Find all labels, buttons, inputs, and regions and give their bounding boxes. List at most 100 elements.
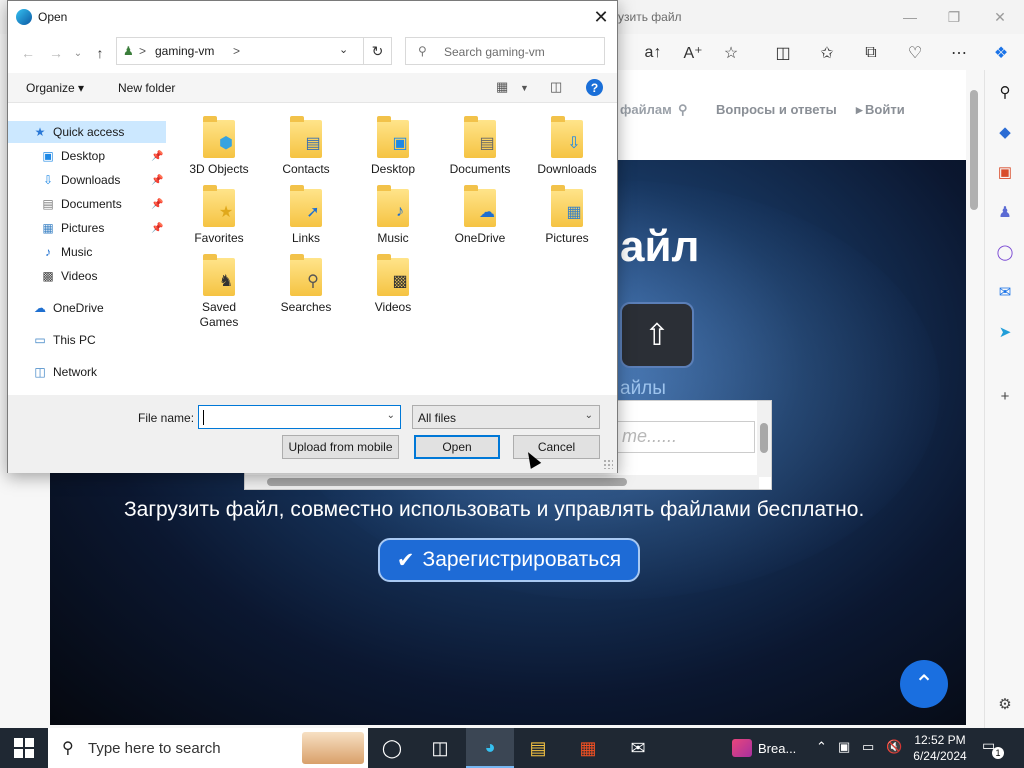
chevron-down-icon[interactable]: ⌄ <box>339 43 348 56</box>
frame-horizontal-scrollbar[interactable] <box>245 475 759 489</box>
favorites-icon[interactable]: ✩ <box>814 40 840 66</box>
taskbar-search-input[interactable]: ⚲ Type here to search <box>48 728 368 768</box>
view-options-icon[interactable]: ▦ <box>496 79 508 95</box>
scroll-to-top-button[interactable]: ⌃ <box>900 660 948 708</box>
restore-icon[interactable]: ❐ <box>932 6 976 28</box>
favorite-star-icon[interactable]: ☆ <box>718 40 744 66</box>
file-item-videos[interactable]: ▩ Videos <box>350 250 436 320</box>
nav-item-downloads[interactable]: ⇩ Downloads 📌 <box>8 169 166 191</box>
register-button[interactable]: ✔ Зарегистрироваться <box>378 538 640 582</box>
search-input[interactable]: ⚲ Search gaming-vm <box>405 37 605 65</box>
picture-icon: ▦ <box>566 204 582 221</box>
search-icon[interactable]: ⚲ <box>993 80 1017 104</box>
notification-icon[interactable]: ▭ 1 <box>982 737 1004 759</box>
clock[interactable]: 12:52 PM 6/24/2024 <box>910 732 970 764</box>
forward-arrow-icon[interactable]: → <box>46 43 66 63</box>
login-nav-link[interactable]: Войти <box>865 102 905 117</box>
nav-item-videos[interactable]: ▩ Videos <box>8 265 166 287</box>
volume-muted-icon[interactable]: 🔇 <box>886 739 902 755</box>
close-icon[interactable]: ✕ <box>978 6 1022 28</box>
file-item-downloads[interactable]: ⇩ Downloads <box>524 112 610 182</box>
file-item-pictures[interactable]: ▦ Pictures <box>524 181 610 251</box>
split-screen-icon[interactable]: ◫ <box>770 40 796 66</box>
tab-title[interactable]: узить файл <box>618 10 682 24</box>
file-item-onedrive[interactable]: ☁ OneDrive <box>437 181 523 251</box>
task-view-icon[interactable]: ◫ <box>416 728 464 768</box>
address-bar[interactable]: ♟ > gaming-vm > ⌄ <box>116 37 364 65</box>
read-aloud-icon[interactable]: а↑ <box>640 40 666 66</box>
file-item-searches[interactable]: ⚲ Searches <box>263 250 349 320</box>
up-arrow-icon[interactable]: ↑ <box>90 43 110 63</box>
nav-item-pictures[interactable]: ▦ Pictures 📌 <box>8 217 166 239</box>
file-item-documents[interactable]: ▤ Documents <box>437 112 523 182</box>
more-icon[interactable]: ⋯ <box>946 40 972 66</box>
upload-button[interactable]: ⇧ <box>620 302 694 368</box>
nav-item-onedrive[interactable]: ☁ OneDrive <box>8 297 166 319</box>
network-icon[interactable]: ▭ <box>862 739 874 755</box>
close-icon[interactable]: ✕ <box>589 5 613 29</box>
tools-icon[interactable]: ▣ <box>993 160 1017 184</box>
file-item-3d-objects[interactable]: ⬢ 3D Objects <box>176 112 262 182</box>
search-icon[interactable]: ⚲ <box>678 102 688 118</box>
new-folder-button[interactable]: New folder <box>118 81 175 95</box>
outlook-icon[interactable]: ✉ <box>993 280 1017 304</box>
collections-icon[interactable]: ⧉ <box>858 40 884 66</box>
password-input[interactable]: те...... <box>615 421 755 453</box>
pin-icon[interactable]: 📌 <box>151 175 163 186</box>
resize-grip[interactable] <box>603 459 613 469</box>
file-item-saved-games[interactable]: ♞ Saved Games <box>176 250 262 334</box>
files-nav-link[interactable]: файлам <box>620 102 672 117</box>
pin-icon[interactable]: 📌 <box>151 199 163 210</box>
chevron-down-icon[interactable]: ⌄ <box>387 410 395 421</box>
windows-start-icon[interactable] <box>14 738 34 758</box>
back-arrow-icon[interactable]: ← <box>18 43 38 63</box>
breadcrumb-location[interactable]: gaming-vm <box>155 44 214 58</box>
copilot-icon[interactable]: ❖ <box>988 40 1014 66</box>
minimize-icon[interactable]: — <box>888 6 932 28</box>
nav-item-desktop[interactable]: ▣ Desktop 📌 <box>8 145 166 167</box>
file-item-music[interactable]: ♪ Music <box>350 181 436 251</box>
nav-item-quick-access[interactable]: ★ Quick access <box>8 121 166 143</box>
add-icon[interactable]: + <box>993 384 1017 408</box>
nav-item-documents[interactable]: ▤ Documents 📌 <box>8 193 166 215</box>
edge-icon[interactable]: ◕ <box>466 728 514 768</box>
nav-item-this-pc[interactable]: ▭ This PC <box>8 329 166 351</box>
games-icon[interactable]: ♟ <box>993 200 1017 224</box>
file-item-favorites[interactable]: ★ Favorites <box>176 181 262 251</box>
shopping-icon[interactable]: ◆ <box>993 120 1017 144</box>
refresh-icon[interactable]: ↻ <box>364 37 392 65</box>
file-item-contacts[interactable]: ▤ Contacts <box>263 112 349 182</box>
file-name-input[interactable]: ⌄ <box>198 405 401 429</box>
open-button[interactable]: Open <box>414 435 500 459</box>
file-item-desktop[interactable]: ▣ Desktop <box>350 112 436 182</box>
frame-vertical-scrollbar[interactable] <box>757 401 771 477</box>
file-item-links[interactable]: ➚ Links <box>263 181 349 251</box>
nav-item-network[interactable]: ◫ Network <box>8 361 166 383</box>
help-icon[interactable]: ? <box>586 79 603 96</box>
recent-locations-icon[interactable]: ⌄ <box>68 43 88 63</box>
pin-icon[interactable]: 📌 <box>151 151 163 162</box>
meet-now-icon[interactable]: ▣ <box>838 739 850 755</box>
store-icon[interactable]: ▦ <box>564 728 612 768</box>
telegram-icon[interactable]: ➤ <box>993 320 1017 344</box>
text-size-icon[interactable]: A⁺ <box>680 40 706 66</box>
chevron-down-icon[interactable]: ▼ <box>520 83 529 93</box>
preview-pane-icon[interactable]: ◫ <box>550 79 562 95</box>
nav-item-music[interactable]: ♪ Music <box>8 241 166 263</box>
browser-essentials-icon[interactable]: ♡ <box>902 40 928 66</box>
dialog-title-bar[interactable]: Open ✕ <box>8 1 617 33</box>
file-type-select[interactable]: All files ⌄ <box>412 405 600 429</box>
chevron-up-icon[interactable]: ⌃ <box>816 739 827 755</box>
running-task-button[interactable]: Brea... <box>730 728 810 768</box>
file-explorer-icon[interactable]: ▤ <box>514 728 562 768</box>
mail-icon[interactable]: ✉ <box>614 728 662 768</box>
upload-from-mobile-button[interactable]: Upload from mobile <box>282 435 399 459</box>
qa-nav-link[interactable]: Вопросы и ответы <box>716 102 837 117</box>
pin-icon[interactable]: 📌 <box>151 223 163 234</box>
page-scrollbar[interactable] <box>966 70 982 722</box>
upload-icon: ⇧ <box>644 318 670 352</box>
settings-icon[interactable]: ⚙ <box>993 692 1017 716</box>
organize-menu[interactable]: Organize ▾ <box>26 81 84 95</box>
cortana-icon[interactable]: ◯ <box>368 728 416 768</box>
office-icon[interactable]: ◯ <box>993 240 1017 264</box>
